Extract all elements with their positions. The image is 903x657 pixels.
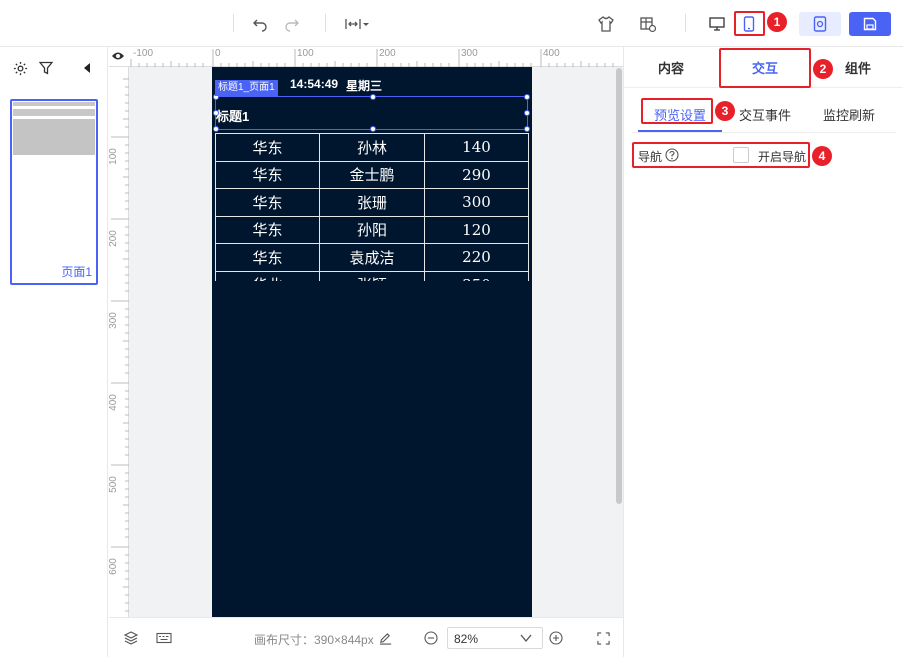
top-toolbar: 1 [0,0,903,47]
table-cell: 张颖 [319,270,425,281]
ruler-label: 100 [297,48,314,59]
ruler-label: 400 [543,48,560,59]
table-cell: 290 [424,160,529,189]
table-cell: 华东 [215,188,320,217]
enable-navigation-checkbox[interactable] [733,147,749,163]
properties-panel: 内容 交互 组件 2 预览设置 交互事件 监控刷新 3 导航 开启导航 4 [623,47,903,657]
table-cell: 120 [424,215,529,244]
ruler-label: 400 [109,394,119,411]
highlight-interaction-tab [719,48,811,88]
tab-content[interactable]: 内容 [624,47,718,87]
filter-icon[interactable] [37,59,55,77]
fit-width-icon[interactable] [344,14,370,34]
thumb-table-block [13,119,95,155]
navigation-row: 导航 开启导航 [632,142,810,168]
toolbar-separator [325,14,326,32]
zoom-out-icon[interactable] [423,630,439,646]
step-badge-4: 4 [812,146,832,166]
table-cell: 华东 [215,243,320,272]
ruler-label: 200 [109,230,119,247]
page-list-panel: 页面1 [0,47,108,657]
ruler-label: 0 [215,48,221,59]
navigation-label: 导航 [638,150,663,164]
ruler-label: 200 [379,48,396,59]
table-row: 华东 孙林 140 [215,133,529,162]
table-cell: 350 [424,270,529,281]
undo-icon[interactable] [250,14,270,34]
table-row: 华东 金士鹏 290 [215,160,529,189]
canvas-size-text: 画布尺寸：390×844px [254,633,374,647]
theme-shirt-icon[interactable] [596,14,616,34]
ruler-label: 300 [109,312,119,329]
data-table[interactable]: 华东孙林140华东金士鹏290华东张珊300华东孙阳120华东袁成洁220华北张… [215,133,529,281]
data-table-settings-icon[interactable] [638,14,658,34]
collapse-panel-icon[interactable] [78,59,96,77]
zoom-in-icon[interactable] [548,630,564,646]
toolbar-separator [685,14,686,32]
eye-icon[interactable] [111,51,127,63]
design-canvas[interactable]: -100 0 100 200 300 400 100 200 300 400 5… [109,47,623,617]
ruler-horizontal: -100 0 100 200 300 400 [109,47,623,67]
table-cell: 华东 [215,160,320,189]
highlight-mobile-view [734,11,765,36]
toolbar-separator [233,14,234,32]
table-row: 华北张颖350 [215,270,529,281]
ruler-label: 300 [461,48,478,59]
step-badge-1: 1 [767,12,787,32]
table-row: 华东 孙阳 120 [215,215,529,244]
enable-navigation-label: 开启导航 [758,150,807,164]
table-cell: 华东 [215,215,320,244]
ruler-label: 600 [109,558,119,575]
table-cell: 140 [424,133,529,162]
page-thumbnail-label: 页面1 [61,265,92,279]
ruler-vertical: 100 200 300 400 500 600 [109,67,129,617]
ruler-label: 100 [109,148,119,165]
help-icon[interactable] [665,148,679,162]
edit-canvas-size-icon[interactable] [377,630,393,646]
fullscreen-icon[interactable] [595,630,611,646]
table-clip: 华东孙林140华东金士鹏290华东张珊300华东孙阳120华东袁成洁220华北张… [212,67,532,281]
table-cell: 华东 [215,133,320,162]
thumb-title-bar [13,109,95,116]
preview-button[interactable] [799,12,841,36]
ruler-label: 500 [109,476,119,493]
layers-icon[interactable] [123,630,139,646]
step-badge-3: 3 [715,101,735,121]
step-badge-2: 2 [813,59,833,79]
table-cell: 300 [424,188,529,217]
zoom-value: 82% [454,632,479,646]
table-cell: 孙林 [319,133,425,162]
keyboard-icon[interactable] [155,630,173,646]
canvas-scrollbar[interactable] [616,68,622,504]
page-thumbnail[interactable]: 页面1 [10,99,98,285]
table-cell: 孙阳 [319,215,425,244]
table-row: 华东 张珊 300 [215,188,529,217]
save-button[interactable] [849,12,891,36]
gear-icon[interactable] [11,59,29,77]
chevron-down-icon [520,633,532,643]
subtab-interaction-events[interactable]: 交互事件 [730,96,800,132]
desktop-view-icon[interactable] [707,14,727,34]
table-cell: 华北 [215,270,320,281]
table-cell: 袁成洁 [319,243,425,272]
mobile-page-preview[interactable]: 14:54:49 星期三 标题1 标题1_页面1 华东 孙林 140 华东 金士鹏 290… [212,67,532,617]
table-cell: 金士鹏 [319,160,425,189]
table-cell: 张珊 [319,188,425,217]
ruler-label: -100 [133,48,154,59]
thumb-header-bar [13,102,95,106]
subtab-monitor-refresh[interactable]: 监控刷新 [816,96,882,132]
redo-icon[interactable] [282,14,302,34]
subtab-divider [632,132,896,133]
table-cell: 220 [424,243,529,272]
canvas-status-bar: 画布尺寸：390×844px 82% [109,617,623,657]
highlight-preview-settings [641,98,713,124]
zoom-select[interactable]: 82% [447,627,543,649]
table-row: 华东 袁成洁 220 [215,243,529,272]
